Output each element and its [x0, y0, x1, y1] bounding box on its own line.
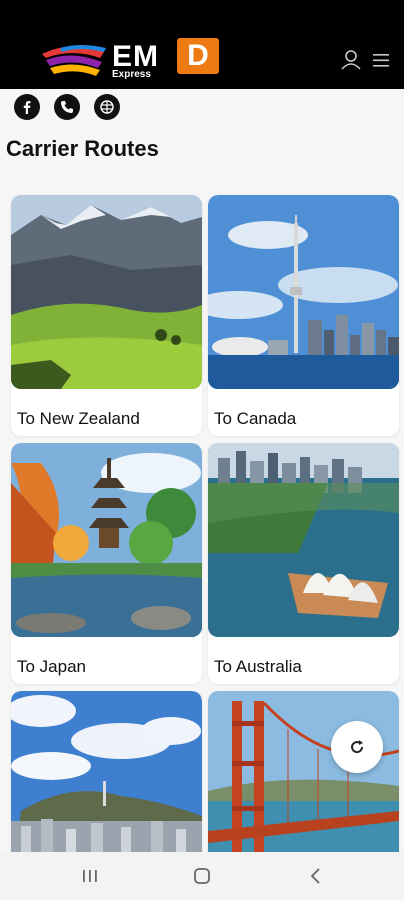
recent-apps-icon[interactable] — [78, 864, 102, 888]
brand-letter-badge: D — [177, 38, 219, 74]
route-card-australia[interactable]: To Australia — [208, 443, 399, 684]
seoul-city-image — [11, 691, 202, 852]
toronto-skyline-image — [208, 195, 399, 389]
refresh-button[interactable] — [331, 721, 383, 773]
pagoda-garden-image — [11, 443, 202, 637]
route-card-seoul[interactable] — [11, 691, 202, 852]
home-icon[interactable] — [190, 864, 214, 888]
page-title: Carrier Routes — [6, 136, 159, 161]
website-icon[interactable] — [94, 94, 120, 120]
golden-gate-bridge-image — [208, 691, 399, 852]
contact-links — [14, 94, 120, 120]
route-card-japan[interactable]: To Japan — [11, 443, 202, 684]
route-label: To New Zealand — [17, 409, 140, 428]
route-label: To Canada — [214, 409, 297, 428]
route-label: To Japan — [17, 657, 86, 676]
logo-swoosh-icon — [42, 45, 106, 76]
brand-logo[interactable]: EM D Express — [40, 36, 220, 82]
route-card-canada[interactable]: To Canada — [208, 195, 399, 436]
back-icon[interactable] — [304, 864, 328, 888]
facebook-icon[interactable] — [14, 94, 40, 120]
phone-icon[interactable] — [54, 94, 80, 120]
route-card-usa[interactable] — [208, 691, 399, 852]
sydney-opera-house-image — [208, 443, 399, 637]
system-nav-bar — [0, 852, 404, 900]
route-card-new-zealand[interactable]: To New Zealand — [11, 195, 202, 436]
user-icon[interactable] — [340, 50, 362, 70]
menu-icon[interactable] — [371, 50, 393, 70]
route-label: To Australia — [214, 657, 302, 676]
app-header: EM D Express — [0, 0, 404, 89]
mountains-valley-image — [11, 195, 202, 389]
brand-subtitle: Express — [112, 69, 151, 80]
refresh-icon — [351, 740, 364, 754]
